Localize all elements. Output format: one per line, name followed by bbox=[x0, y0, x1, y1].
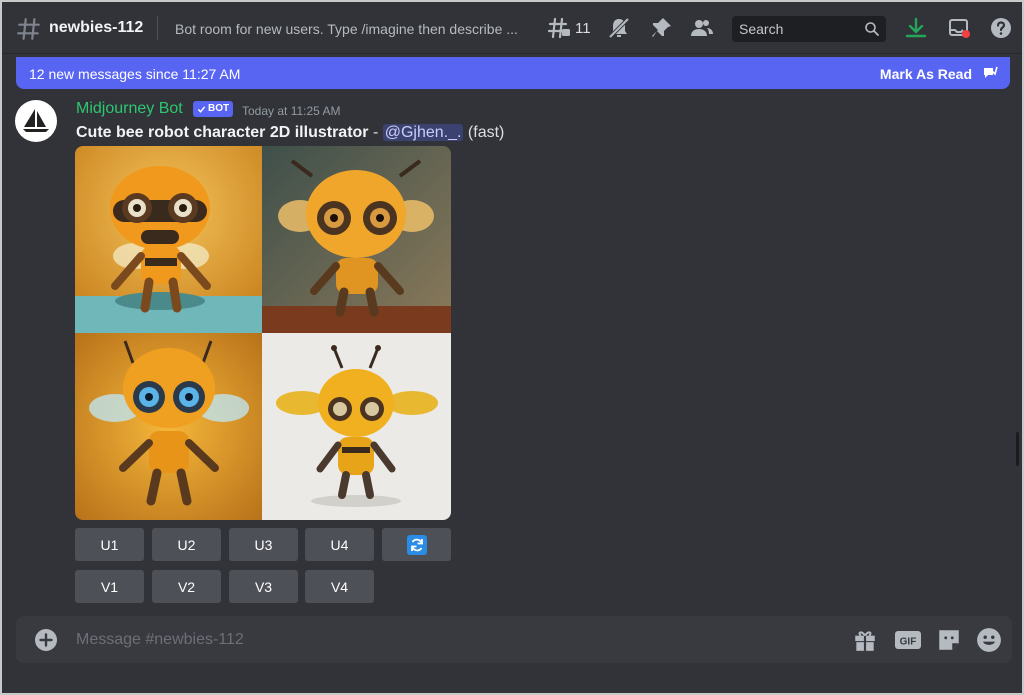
new-messages-text[interactable]: 12 new messages since 11:27 AM bbox=[29, 66, 240, 82]
prompt-separator: - bbox=[368, 124, 383, 141]
discord-window: newbies-112 Bot room for new users. Type… bbox=[2, 2, 1022, 693]
variation-3-button[interactable]: V3 bbox=[229, 570, 298, 603]
variation-4-button[interactable]: V4 bbox=[305, 570, 374, 603]
user-mention[interactable]: @Gjhen._. bbox=[382, 124, 464, 141]
sticker-icon[interactable] bbox=[936, 627, 962, 653]
gift-icon[interactable] bbox=[852, 627, 878, 653]
threads-count[interactable]: 11 bbox=[575, 20, 591, 37]
mark-as-read-button[interactable]: Mark As Read bbox=[880, 66, 972, 82]
avatar[interactable] bbox=[15, 100, 57, 142]
prompt-text: Cute bee robot character 2D illustrator bbox=[76, 124, 369, 141]
upscale-3-button[interactable]: U3 bbox=[229, 528, 298, 561]
message-author[interactable]: Midjourney Bot bbox=[76, 100, 183, 118]
mark-read-icon[interactable] bbox=[982, 65, 998, 81]
variation-1-button[interactable]: V1 bbox=[75, 570, 144, 603]
new-messages-banner[interactable]: 12 new messages since 11:27 AM Mark As R… bbox=[16, 57, 1010, 89]
gif-icon[interactable]: GIF bbox=[894, 627, 922, 653]
sailboat-icon bbox=[23, 109, 49, 132]
emoji-icon[interactable] bbox=[976, 627, 1002, 653]
channel-header: newbies-112 Bot room for new users. Type… bbox=[2, 2, 1022, 54]
search-input[interactable] bbox=[732, 16, 862, 42]
mute-icon[interactable] bbox=[607, 16, 631, 40]
download-icon[interactable] bbox=[904, 16, 928, 40]
channel-name: newbies-112 bbox=[49, 19, 144, 36]
inbox-icon[interactable] bbox=[947, 16, 971, 40]
gif-label: GIF bbox=[900, 637, 917, 648]
speed-label: (fast) bbox=[467, 124, 505, 141]
header-divider bbox=[157, 16, 158, 40]
search-box[interactable] bbox=[732, 16, 886, 42]
plus-icon[interactable] bbox=[34, 628, 58, 652]
variation-2-button[interactable]: V2 bbox=[152, 570, 221, 603]
generated-image-2[interactable] bbox=[262, 146, 451, 333]
upscale-1-button[interactable]: U1 bbox=[75, 528, 144, 561]
message-content: Cute bee robot character 2D illustrator … bbox=[76, 124, 504, 142]
message-input[interactable] bbox=[76, 616, 836, 663]
help-icon[interactable] bbox=[989, 16, 1013, 40]
channel-topic[interactable]: Bot room for new users. Type /imagine th… bbox=[175, 21, 535, 37]
pin-icon[interactable] bbox=[649, 16, 673, 40]
upscale-4-button[interactable]: U4 bbox=[305, 528, 374, 561]
verified-check-icon bbox=[197, 105, 206, 113]
upscale-2-button[interactable]: U2 bbox=[152, 528, 221, 561]
scrollbar-thumb[interactable] bbox=[1016, 432, 1019, 466]
bot-tag-label: BOT bbox=[208, 103, 230, 114]
members-icon[interactable] bbox=[690, 16, 714, 40]
hash-icon bbox=[17, 18, 40, 40]
message-timestamp: Today at 11:25 AM bbox=[242, 104, 341, 118]
refresh-icon bbox=[406, 534, 427, 555]
threads-icon[interactable] bbox=[548, 16, 572, 40]
bot-tag: BOT bbox=[193, 101, 234, 117]
message-composer: GIF bbox=[16, 616, 1012, 663]
generated-image-grid[interactable] bbox=[75, 146, 451, 520]
generated-image-4[interactable] bbox=[262, 333, 451, 520]
search-icon[interactable] bbox=[864, 21, 880, 37]
reroll-button[interactable] bbox=[382, 528, 451, 561]
generated-image-1[interactable] bbox=[75, 146, 262, 333]
generated-image-3[interactable] bbox=[75, 333, 262, 520]
